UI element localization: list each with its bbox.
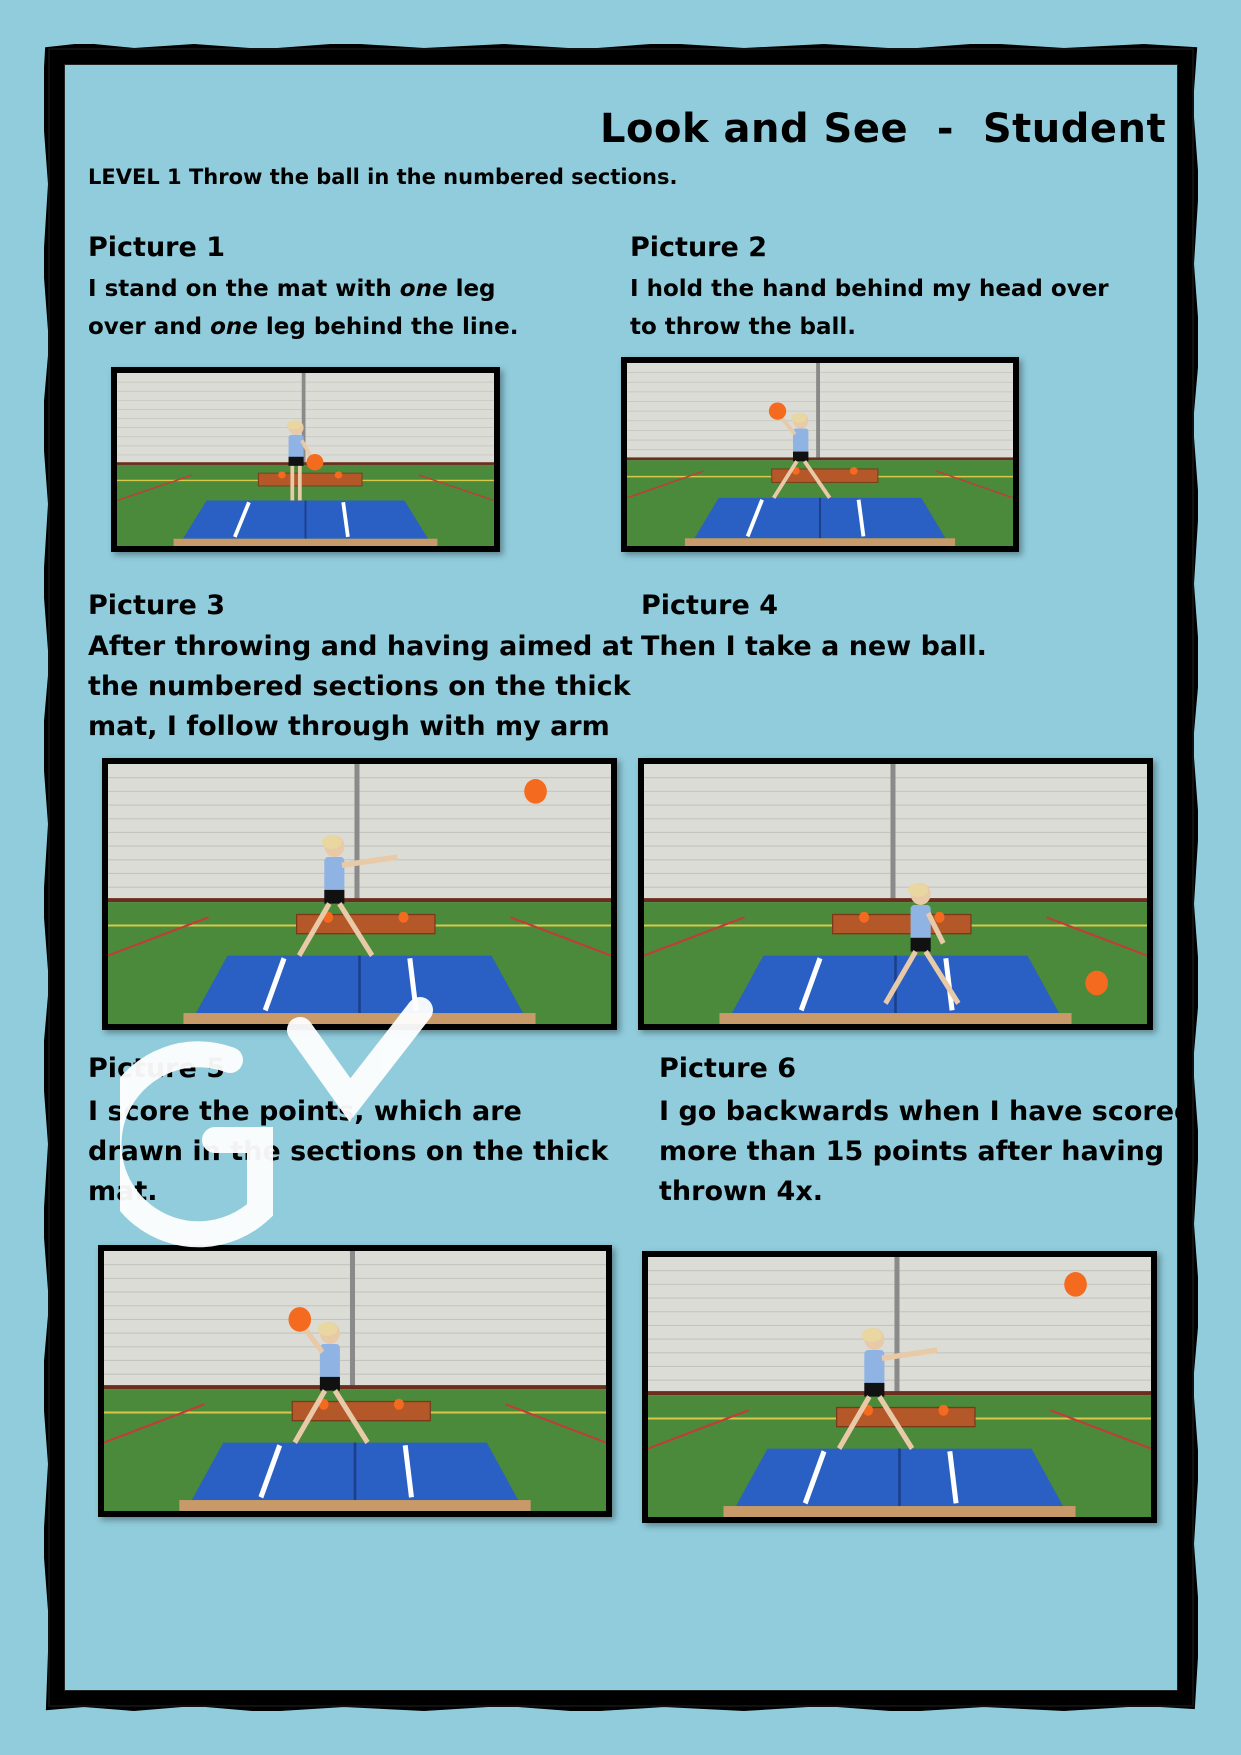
orange-ball bbox=[524, 779, 547, 804]
wall-base bbox=[644, 898, 1147, 903]
child-hair bbox=[321, 835, 342, 849]
wall-base bbox=[117, 462, 494, 465]
ball bbox=[393, 1398, 404, 1410]
wall-pole bbox=[894, 1257, 900, 1394]
picture-3-scene bbox=[108, 764, 611, 1024]
picture-1-heading: Picture 1 bbox=[88, 232, 225, 263]
picture-1-description: I stand on the mat with one leg over and… bbox=[88, 270, 518, 346]
child-shirt bbox=[910, 904, 931, 941]
child-shorts bbox=[864, 1382, 885, 1397]
child-shorts bbox=[288, 456, 304, 466]
ball bbox=[398, 911, 409, 923]
wall-base bbox=[108, 898, 611, 903]
orange-ball bbox=[288, 1307, 312, 1332]
picture-3-line-3: mat, I follow through with my arm bbox=[88, 711, 610, 742]
child-hair bbox=[861, 1328, 882, 1342]
picture-3-line-2: the numbered sections on the thick bbox=[88, 671, 631, 702]
ball bbox=[934, 911, 945, 923]
orange-ball bbox=[306, 454, 324, 471]
mat-edge bbox=[179, 1500, 531, 1511]
child-shirt bbox=[324, 857, 345, 893]
picture-4-description: Then I take a new ball. bbox=[641, 627, 987, 667]
picture-6-photo bbox=[642, 1251, 1157, 1523]
picture-2-photo bbox=[621, 357, 1019, 552]
picture-5-scene bbox=[104, 1251, 606, 1511]
page-title: Look and See - Student bbox=[600, 106, 1167, 152]
ball bbox=[859, 911, 870, 923]
wall-base bbox=[104, 1385, 606, 1390]
picture-4-photo bbox=[638, 758, 1153, 1030]
child-shirt bbox=[288, 434, 304, 459]
picture-3-description: After throwing and having aimed at the n… bbox=[88, 627, 633, 747]
wall-pole bbox=[349, 1251, 355, 1388]
child-shorts bbox=[910, 937, 931, 952]
watermark-graphic bbox=[120, 997, 433, 1248]
picture-1-photo bbox=[111, 367, 500, 552]
child-shorts bbox=[324, 889, 345, 904]
wall-pole bbox=[816, 363, 820, 460]
picture-4-scene bbox=[644, 764, 1147, 1024]
mat-edge bbox=[723, 1506, 1076, 1517]
child-shorts bbox=[792, 451, 809, 462]
picture-2-line-2: to throw the ball. bbox=[630, 314, 857, 340]
picture-2-heading: Picture 2 bbox=[630, 232, 767, 263]
ball bbox=[334, 471, 343, 479]
ball bbox=[849, 467, 858, 475]
picture-5-photo bbox=[98, 1245, 612, 1517]
wall-base bbox=[648, 1391, 1151, 1396]
mat-edge bbox=[684, 538, 956, 546]
wall-pole bbox=[890, 764, 896, 901]
wall-pole bbox=[354, 764, 360, 901]
picture-3-line-1: After throwing and having aimed at bbox=[88, 631, 633, 662]
picture-6-heading: Picture 6 bbox=[659, 1053, 796, 1084]
picture-6-line-2: more than 15 points after having bbox=[659, 1136, 1165, 1167]
picture-6-line-3: thrown 4x. bbox=[659, 1176, 824, 1207]
picture-3-heading: Picture 3 bbox=[88, 590, 225, 621]
target-box bbox=[257, 472, 363, 487]
child-hair bbox=[791, 413, 807, 423]
picture-1-line-1: I stand on the mat with one leg bbox=[88, 276, 496, 302]
ball bbox=[278, 471, 286, 479]
picture-4-line-1: Then I take a new ball. bbox=[641, 631, 987, 662]
mat-edge bbox=[719, 1013, 1072, 1024]
picture-4-heading: Picture 4 bbox=[641, 590, 778, 621]
picture-1-line-2: over and one leg behind the line. bbox=[88, 314, 519, 340]
picture-6-description: I go backwards when I have scored more t… bbox=[659, 1092, 1193, 1212]
picture-2-line-1: I hold the hand behind my head over bbox=[630, 276, 1109, 302]
child-shorts bbox=[319, 1376, 340, 1391]
target-box bbox=[831, 913, 972, 935]
orange-ball bbox=[768, 402, 787, 420]
wall-base bbox=[627, 457, 1013, 461]
picture-1-scene bbox=[117, 373, 494, 546]
picture-6-scene bbox=[648, 1257, 1151, 1517]
child-shirt bbox=[864, 1350, 885, 1386]
child-hair bbox=[317, 1322, 338, 1336]
orange-ball bbox=[1064, 1272, 1087, 1297]
orange-ball bbox=[1085, 970, 1109, 996]
ball bbox=[938, 1404, 949, 1416]
picture-2-description: I hold the hand behind my head over to t… bbox=[630, 270, 1109, 346]
child-hair bbox=[286, 420, 302, 430]
mat-edge bbox=[173, 538, 438, 546]
picture-6-line-1: I go backwards when I have scored bbox=[659, 1096, 1194, 1127]
child-hair bbox=[908, 883, 929, 897]
picture-2-scene bbox=[627, 363, 1013, 546]
level-instruction: LEVEL 1 Throw the ball in the numbered s… bbox=[88, 165, 678, 189]
